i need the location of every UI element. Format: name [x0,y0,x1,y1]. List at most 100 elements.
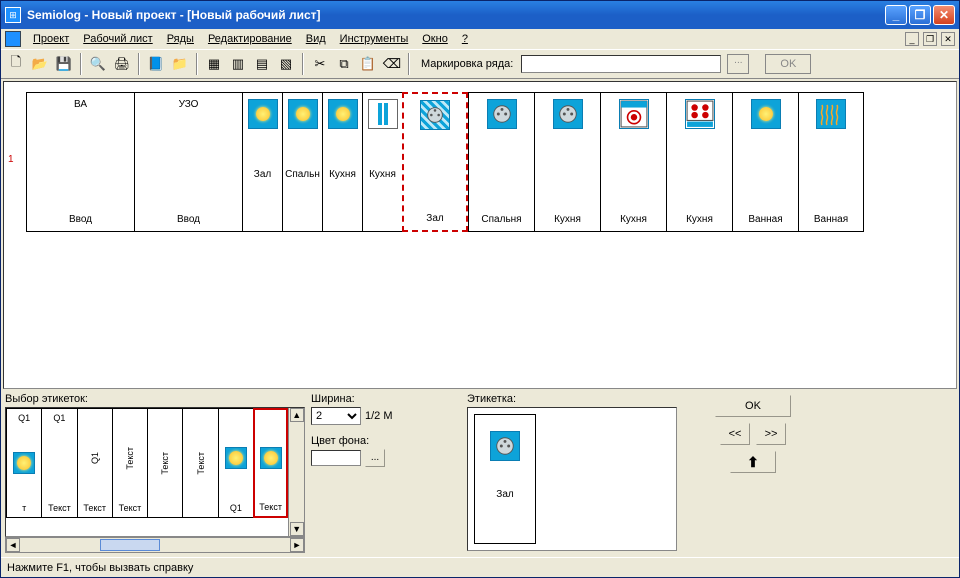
width-unit: 1/2 M [365,410,393,422]
preview-label: Зал [496,489,513,500]
slot-top-label: УЗО [179,99,199,110]
row-slot[interactable]: ВАВвод [26,92,134,232]
preview-title: Этикетка: [467,393,677,405]
scroll-down-icon[interactable]: ▼ [290,522,304,536]
print-icon[interactable]: 🖨 [111,53,133,75]
preview-pane: Этикетка: Зал [467,391,677,569]
bg-swatch[interactable] [311,450,361,466]
close-button[interactable]: ✕ [933,5,955,25]
light-icon [288,99,318,129]
row-slot[interactable]: УЗО Ввод [134,92,242,232]
open-icon[interactable]: 📂 [29,53,51,75]
mdi-close[interactable]: ✕ [941,32,955,46]
scroll-thumb[interactable] [100,539,160,551]
marker-ok[interactable]: OK [765,54,811,74]
menu-tools[interactable]: Инструменты [334,31,415,47]
row-slot[interactable]: Зал [242,92,282,232]
washer-icon [619,99,649,129]
next-button[interactable]: >> [756,423,786,445]
scroll-up-icon[interactable]: ▲ [290,408,304,422]
picker-vscroll[interactable]: ▲▼ [288,408,304,536]
new-icon[interactable]: 🗋 [5,53,27,75]
grid2-icon[interactable]: ▥ [227,53,249,75]
menu-help[interactable]: ? [456,31,474,47]
mdi-restore[interactable]: ❐ [923,32,937,46]
menu-project[interactable]: Проект [27,31,75,47]
row-slot[interactable]: Кухня [322,92,362,232]
menu-view[interactable]: Вид [300,31,332,47]
slot-bottom-label: Кухня [620,214,647,225]
picker-item[interactable]: Текст [253,408,288,518]
picker-bottom: т [22,503,26,513]
preview-icon[interactable]: 🔍 [87,53,109,75]
menu-worksheet[interactable]: Рабочий лист [77,31,158,47]
picker-title: Выбор этикеток: [5,393,305,405]
minimize-button[interactable]: _ [885,5,907,25]
grid1-icon[interactable]: ▦ [203,53,225,75]
row-number: 1 [8,154,14,165]
fluorescent-icon [368,99,398,129]
cut-icon[interactable]: ✂ [309,53,331,75]
slot-bottom-label: Ванная [748,214,782,225]
picker-item[interactable]: Текст [147,408,182,518]
grid4-icon[interactable]: ▧ [275,53,297,75]
row-slot[interactable]: Ванная [732,92,798,232]
folder-icon[interactable]: 📁 [169,53,191,75]
erase-icon[interactable]: ⌫ [381,53,403,75]
slot-bottom-label: Ввод [177,214,200,225]
menu-edit[interactable]: Редактирование [202,31,298,47]
row-slot[interactable]: Кухня [666,92,732,232]
row-slot[interactable]: Ванная [798,92,864,232]
light-icon [260,447,282,469]
mdi-minimize[interactable]: _ [905,32,919,46]
menu-window[interactable]: Окно [416,31,454,47]
picker-item[interactable]: ТекстТекст [112,408,147,518]
scroll-left-icon[interactable]: ◄ [6,538,20,552]
marker-label: Маркировка ряда: [421,58,513,70]
statusbar: Нажмите F1, чтобы вызвать справку [1,557,959,577]
row-slot[interactable]: Спальн [282,92,322,232]
maximize-button[interactable]: ❐ [909,5,931,25]
copy-icon[interactable]: ⧉ [333,53,355,75]
row-slot[interactable]: Зал [402,92,468,232]
picker-item[interactable]: Текст [182,408,217,518]
picker-item[interactable]: Q1 [218,408,253,518]
row-slot[interactable]: Спальня [468,92,534,232]
light-icon [248,99,278,129]
marker-input[interactable] [521,55,721,73]
book-icon[interactable]: 📘 [145,53,167,75]
row-slot[interactable]: Кухня [600,92,666,232]
row-slot[interactable]: Кухня [362,92,402,232]
picker-hscroll[interactable]: ◄ ► [5,537,305,553]
picker-item[interactable]: Q1Текст [77,408,112,518]
menu-rows[interactable]: Ряды [161,31,200,47]
paste-icon[interactable]: 📋 [357,53,379,75]
up-button[interactable]: ⬆ [730,451,776,473]
width-select[interactable]: 2 [311,407,361,425]
marker-browse[interactable]: ... [727,54,749,74]
slot-bottom-label: Ввод [69,214,92,225]
picker-vlabel: Текст [125,447,135,470]
picker-body[interactable]: Q1тQ1ТекстQ1ТекстТекстТекстТекстТекстQ1Т… [5,407,305,537]
slot-bottom-label: Зал [426,213,443,224]
picker-item[interactable]: Q1т [6,408,41,518]
socket-icon [487,99,517,129]
prev-button[interactable]: << [720,423,750,445]
save-icon[interactable]: 💾 [53,53,75,75]
bg-browse[interactable]: ... [365,449,385,467]
slot-bottom-label: Зал [254,169,271,180]
grid3-icon[interactable]: ▤ [251,53,273,75]
row-strip: ВАВводУЗОВводЗалСпальнКухняКухняЗалСпаль… [26,92,864,232]
row-slot[interactable]: Кухня [534,92,600,232]
ok-button[interactable]: OK [715,395,791,417]
slot-bottom-label: Спальн [285,169,320,180]
slot-bottom-label: Кухня [554,214,581,225]
scroll-right-icon[interactable]: ► [290,538,304,552]
titlebar: ⊞ Semiolog - Новый проект - [Новый рабоч… [1,1,959,29]
picker-item[interactable]: Q1Текст [41,408,76,518]
picker-top: Q1 [53,413,65,423]
light-icon [751,99,781,129]
light-icon [13,452,35,474]
doc-icon [5,31,21,47]
picker-bottom: Q1 [230,503,242,513]
